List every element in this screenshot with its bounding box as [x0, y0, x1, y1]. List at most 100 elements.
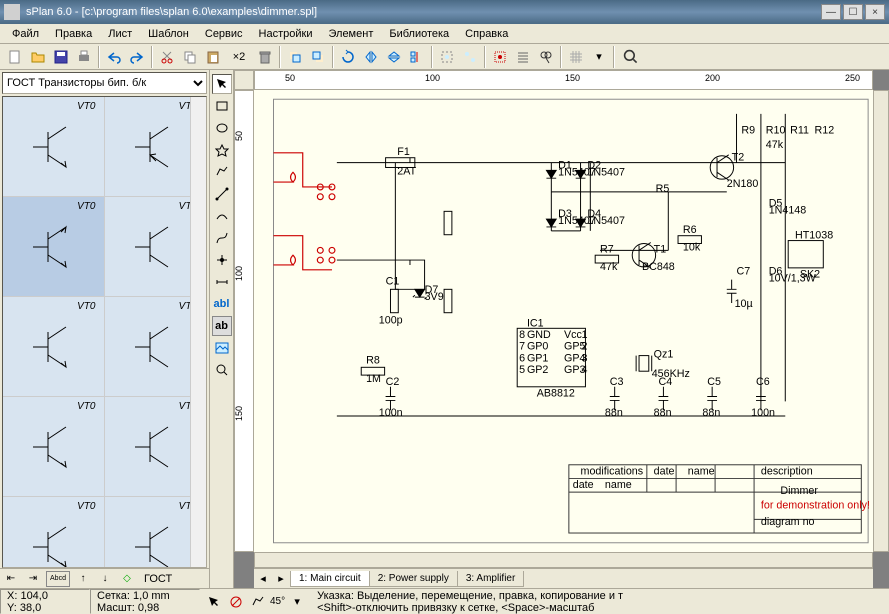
search-button[interactable] [535, 46, 557, 68]
close-button[interactable]: × [865, 4, 885, 20]
open-button[interactable] [27, 46, 49, 68]
svg-text:C5: C5 [707, 376, 721, 388]
menu-help[interactable]: Справка [457, 26, 516, 42]
tool-zoom[interactable] [212, 360, 232, 380]
menu-settings[interactable]: Настройки [251, 26, 321, 42]
zoom-button[interactable] [618, 46, 644, 68]
tool-pointer[interactable] [212, 74, 232, 94]
svg-text:T1: T1 [654, 243, 667, 255]
tool-rect[interactable] [212, 96, 232, 116]
new-button[interactable] [4, 46, 26, 68]
tool-node[interactable] [212, 250, 232, 270]
svg-text:6: 6 [519, 352, 525, 364]
tool-text[interactable]: abl [212, 294, 232, 314]
library-item[interactable]: VT0 [3, 497, 105, 568]
ungroup-button[interactable] [459, 46, 481, 68]
cut-button[interactable] [156, 46, 178, 68]
canvas-viewport[interactable]: F1 2AT D1 1N5407 D2 1N5407 D3 1N5407 D4 … [254, 90, 873, 552]
lib-down-button[interactable]: ↓ [96, 571, 114, 587]
schematic-canvas[interactable]: F1 2AT D1 1N5407 D2 1N5407 D3 1N5407 D4 … [254, 90, 873, 552]
align-button[interactable] [406, 46, 428, 68]
svg-text:R9: R9 [741, 124, 755, 136]
lib-right-button[interactable]: ⇥ [24, 571, 42, 587]
sheet-tab[interactable]: 3: Amplifier [457, 571, 524, 587]
svg-text:for demonstration only!: for demonstration only! [761, 500, 870, 512]
library-item[interactable]: VT0 [3, 197, 105, 297]
library-item[interactable]: VT0 [3, 297, 105, 397]
mirror-h-button[interactable] [360, 46, 382, 68]
back-button[interactable] [307, 46, 329, 68]
undo-button[interactable] [103, 46, 125, 68]
main-area: ГОСТ Транзисторы бип. б/к VT0 VT0 VT0 VT… [0, 70, 889, 588]
tool-poly[interactable] [212, 162, 232, 182]
svg-text:GP1: GP1 [527, 352, 548, 364]
svg-text:100n: 100n [751, 407, 775, 419]
lib-abcd-button[interactable]: Abcd [46, 571, 70, 587]
tool-label[interactable]: ab [212, 316, 232, 336]
duplicate-button[interactable]: ×2 [225, 46, 253, 68]
front-button[interactable] [284, 46, 306, 68]
status-hint: Указка: Выделение, перемещение, правка, … [311, 589, 889, 614]
svg-text:88n: 88n [702, 407, 720, 419]
snap-button[interactable] [489, 46, 511, 68]
maximize-button[interactable]: ☐ [843, 4, 863, 20]
tool-curve[interactable] [212, 206, 232, 226]
tool-bezier[interactable] [212, 228, 232, 248]
library-item[interactable]: VT0 [3, 397, 105, 497]
svg-text:1: 1 [582, 329, 588, 341]
vertical-scrollbar[interactable] [873, 90, 889, 552]
menu-edit[interactable]: Правка [47, 26, 100, 42]
save-button[interactable] [50, 46, 72, 68]
svg-text:SK2: SK2 [800, 269, 820, 281]
sheet-tab[interactable]: 1: Main circuit [290, 571, 370, 587]
tool-line[interactable] [212, 184, 232, 204]
canvas-area: 50 100 150 200 250 50 100 150 [234, 70, 889, 588]
status-pointer-icon[interactable] [204, 592, 224, 612]
status-nodraw-icon[interactable] [226, 592, 246, 612]
tool-dimension[interactable] [212, 272, 232, 292]
lib-left-button[interactable]: ⇤ [2, 571, 20, 587]
library-item[interactable]: VT0 [3, 97, 105, 197]
mirror-v-button[interactable] [383, 46, 405, 68]
grid-button[interactable] [565, 46, 587, 68]
paste-button[interactable] [202, 46, 224, 68]
lib-up-button[interactable]: ↑ [74, 571, 92, 587]
library-scrollbar[interactable] [190, 97, 206, 567]
tool-image[interactable] [212, 338, 232, 358]
redo-button[interactable] [126, 46, 148, 68]
svg-text:C1: C1 [386, 275, 400, 287]
menu-element[interactable]: Элемент [320, 26, 381, 42]
menu-library[interactable]: Библиотека [381, 26, 457, 42]
tab-prev-button[interactable]: ◂ [254, 571, 272, 587]
svg-text:GND: GND [527, 329, 551, 341]
menu-bar: Файл Правка Лист Шаблон Сервис Настройки… [0, 24, 889, 44]
tool-circle[interactable] [212, 118, 232, 138]
status-wire-icon[interactable] [248, 592, 268, 612]
print-button[interactable] [73, 46, 95, 68]
grid-dropdown[interactable]: ▾ [588, 46, 610, 68]
tool-special[interactable] [212, 140, 232, 160]
menu-service[interactable]: Сервис [197, 26, 251, 42]
svg-text:47k: 47k [766, 139, 784, 151]
tab-next-button[interactable]: ▸ [272, 571, 290, 587]
minimize-button[interactable]: — [821, 4, 841, 20]
status-angle-dropdown[interactable]: ▾ [287, 592, 307, 612]
window-title: sPlan 6.0 - [c:\program files\splan 6.0\… [26, 6, 819, 18]
list-button[interactable] [512, 46, 534, 68]
status-angle-label[interactable]: 45° [270, 592, 285, 612]
svg-text:T2: T2 [732, 152, 745, 164]
svg-text:100p: 100p [379, 314, 403, 326]
group-button[interactable] [436, 46, 458, 68]
delete-button[interactable] [254, 46, 276, 68]
svg-text:modifications: modifications [581, 466, 644, 478]
rotate-button[interactable] [337, 46, 359, 68]
library-combo[interactable]: ГОСТ Транзисторы бип. б/к [2, 72, 207, 94]
copy-button[interactable] [179, 46, 201, 68]
library-toolbar: ⇤ ⇥ Abcd ↑ ↓ ◇ ГОСТ [0, 568, 209, 588]
menu-template[interactable]: Шаблон [140, 26, 197, 42]
menu-file[interactable]: Файл [4, 26, 47, 42]
menu-sheet[interactable]: Лист [100, 26, 140, 42]
tool-palette: abl ab [210, 70, 234, 588]
sheet-tab[interactable]: 2: Power supply [369, 571, 458, 587]
horizontal-scrollbar[interactable] [254, 552, 873, 568]
